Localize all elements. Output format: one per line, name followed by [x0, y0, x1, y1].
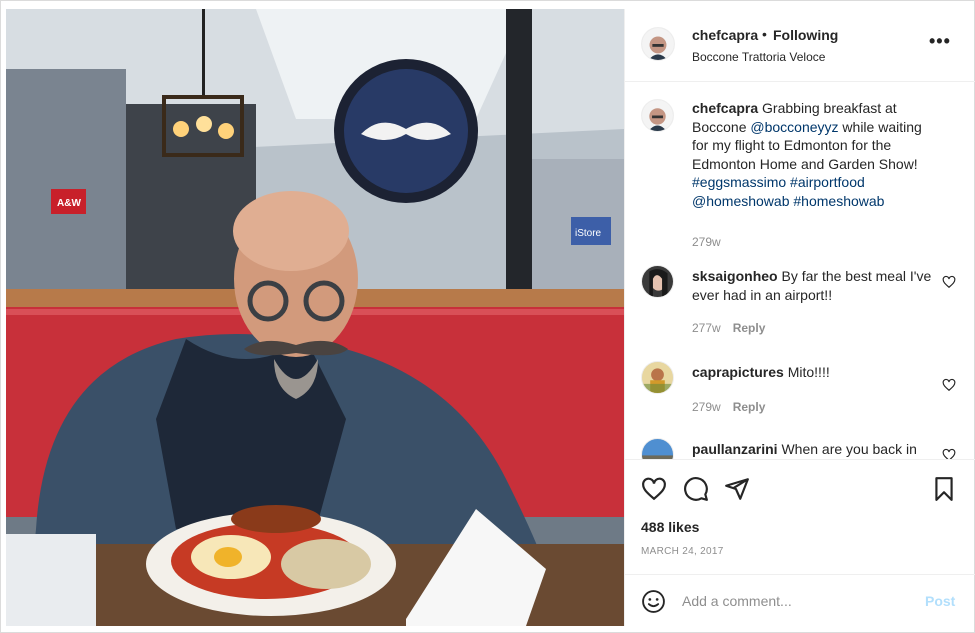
aw-sign-text: A&W: [57, 198, 81, 209]
author-avatar[interactable]: [641, 27, 675, 61]
separator-dot: •: [762, 26, 767, 42]
comment-meta: 279w Reply: [692, 400, 765, 414]
comment-meta: 277w Reply: [692, 321, 765, 335]
likes-count[interactable]: 488 likes: [641, 519, 699, 535]
add-comment-bar: Add a comment... Post: [625, 574, 975, 626]
comment-age[interactable]: 277w: [692, 321, 721, 335]
commenter-avatar[interactable]: [641, 265, 674, 298]
comment-text: sksaigonheo By far the best meal I've ev…: [692, 267, 935, 304]
reply-button[interactable]: Reply: [733, 321, 766, 335]
heart-icon[interactable]: [641, 476, 667, 502]
caption-hashtag-airportfood[interactable]: #airportfood: [790, 174, 865, 190]
post-side-panel: chefcapra • Following Boccone Trattoria …: [624, 9, 975, 626]
comment-body: When are you back in: [781, 441, 917, 457]
post-photo-image: A&W iStore: [6, 9, 624, 626]
caption-avatar[interactable]: [641, 99, 674, 132]
post-photo[interactable]: A&W iStore: [6, 9, 624, 626]
comments-list[interactable]: chefcapra Grabbing breakfast at Boccone …: [625, 83, 975, 459]
reply-button[interactable]: Reply: [733, 400, 766, 414]
comment-like-heart-icon[interactable]: [942, 378, 956, 392]
post-date[interactable]: MARCH 24, 2017: [641, 546, 724, 557]
comment-icon[interactable]: [683, 476, 709, 502]
emoji-icon[interactable]: [641, 589, 666, 614]
comment-text: paullanzarini When are you back in: [692, 440, 935, 459]
comment-like-heart-icon[interactable]: [942, 448, 956, 459]
caption-text: chefcapra Grabbing breakfast at Boccone …: [692, 99, 935, 210]
more-icon[interactable]: •••: [929, 31, 951, 52]
caption-mention-homeshowab[interactable]: @homeshowab: [692, 193, 790, 209]
istore-sign-text: iStore: [575, 228, 602, 239]
comment-like-heart-icon[interactable]: [942, 275, 956, 289]
post-location[interactable]: Boccone Trattoria Veloce: [692, 50, 825, 64]
caption-hashtag-homeshowab[interactable]: #homeshowab: [793, 193, 884, 209]
comment-text: caprapictures Mito!!!!: [692, 363, 935, 382]
commenter-avatar[interactable]: [641, 438, 674, 459]
instagram-post-modal: A&W iStore chefcapra • Following Boccone…: [0, 0, 975, 633]
comment-body: Mito!!!!: [787, 364, 830, 380]
post-header: chefcapra • Following Boccone Trattoria …: [625, 9, 975, 82]
caption-hashtag-eggsmassimo[interactable]: #eggsmassimo: [692, 174, 786, 190]
bookmark-icon[interactable]: [931, 476, 957, 502]
post-comment-button[interactable]: Post: [925, 593, 955, 609]
caption-mention-bocconeyyz[interactable]: @bocconeyyz: [750, 119, 838, 135]
commenter-avatar[interactable]: [641, 361, 674, 394]
comment-input[interactable]: Add a comment...: [682, 593, 792, 609]
comment-username[interactable]: caprapictures: [692, 364, 784, 380]
comment-username[interactable]: sksaigonheo: [692, 268, 778, 284]
comment-age[interactable]: 279w: [692, 400, 721, 414]
author-username[interactable]: chefcapra: [692, 27, 758, 43]
post-actions: 488 likes MARCH 24, 2017: [625, 459, 975, 574]
caption-age[interactable]: 279w: [692, 235, 721, 249]
share-icon[interactable]: [724, 476, 750, 502]
following-button[interactable]: Following: [773, 27, 838, 43]
caption-username[interactable]: chefcapra: [692, 100, 758, 116]
comment-username[interactable]: paullanzarini: [692, 441, 778, 457]
